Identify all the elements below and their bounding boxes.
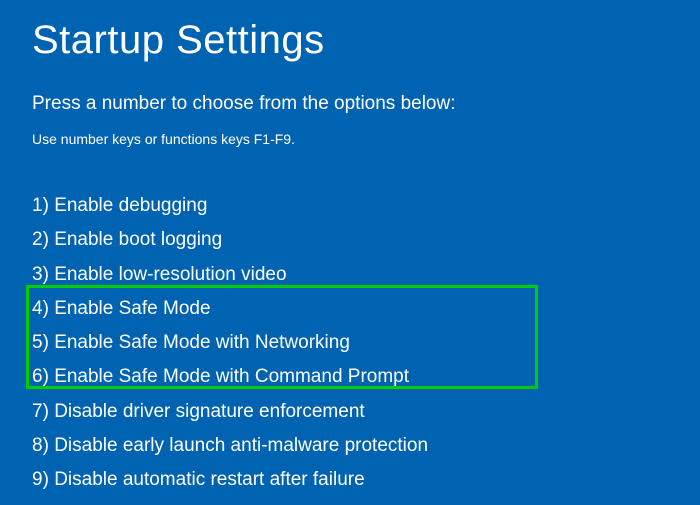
option-label: Enable boot logging [54, 229, 222, 250]
option-number: 7 [32, 401, 43, 422]
page-title: Startup Settings [32, 18, 668, 63]
option-1[interactable]: 1) Enable debugging [32, 189, 668, 223]
option-label: Enable Safe Mode [54, 298, 210, 319]
option-label: Disable driver signature enforcement [54, 401, 365, 422]
option-label: Enable Safe Mode with Command Prompt [54, 366, 409, 387]
option-label: Disable automatic restart after failure [54, 469, 364, 490]
option-label: Disable early launch anti-malware protec… [54, 435, 428, 456]
option-number: 9 [32, 469, 43, 490]
option-label: Enable debugging [54, 195, 207, 216]
option-label: Enable Safe Mode with Networking [54, 332, 350, 353]
option-4[interactable]: 4) Enable Safe Mode [32, 292, 668, 326]
option-2[interactable]: 2) Enable boot logging [32, 223, 668, 257]
option-5[interactable]: 5) Enable Safe Mode with Networking [32, 326, 668, 360]
option-number: 3 [32, 264, 43, 285]
option-7[interactable]: 7) Disable driver signature enforcement [32, 395, 668, 429]
option-number: 2 [32, 229, 43, 250]
option-number: 8 [32, 435, 43, 456]
option-number: 4 [32, 298, 43, 319]
key-hint-text: Use number keys or functions keys F1-F9. [32, 131, 668, 147]
option-9[interactable]: 9) Disable automatic restart after failu… [32, 463, 668, 497]
option-8[interactable]: 8) Disable early launch anti-malware pro… [32, 429, 668, 463]
option-6[interactable]: 6) Enable Safe Mode with Command Prompt [32, 360, 668, 394]
option-number: 5 [32, 332, 43, 353]
option-number: 6 [32, 366, 43, 387]
instruction-text: Press a number to choose from the option… [32, 93, 668, 115]
option-number: 1 [32, 195, 43, 216]
option-3[interactable]: 3) Enable low-resolution video [32, 258, 668, 292]
options-list: 1) Enable debugging 2) Enable boot loggi… [32, 189, 668, 498]
option-label: Enable low-resolution video [54, 264, 286, 285]
